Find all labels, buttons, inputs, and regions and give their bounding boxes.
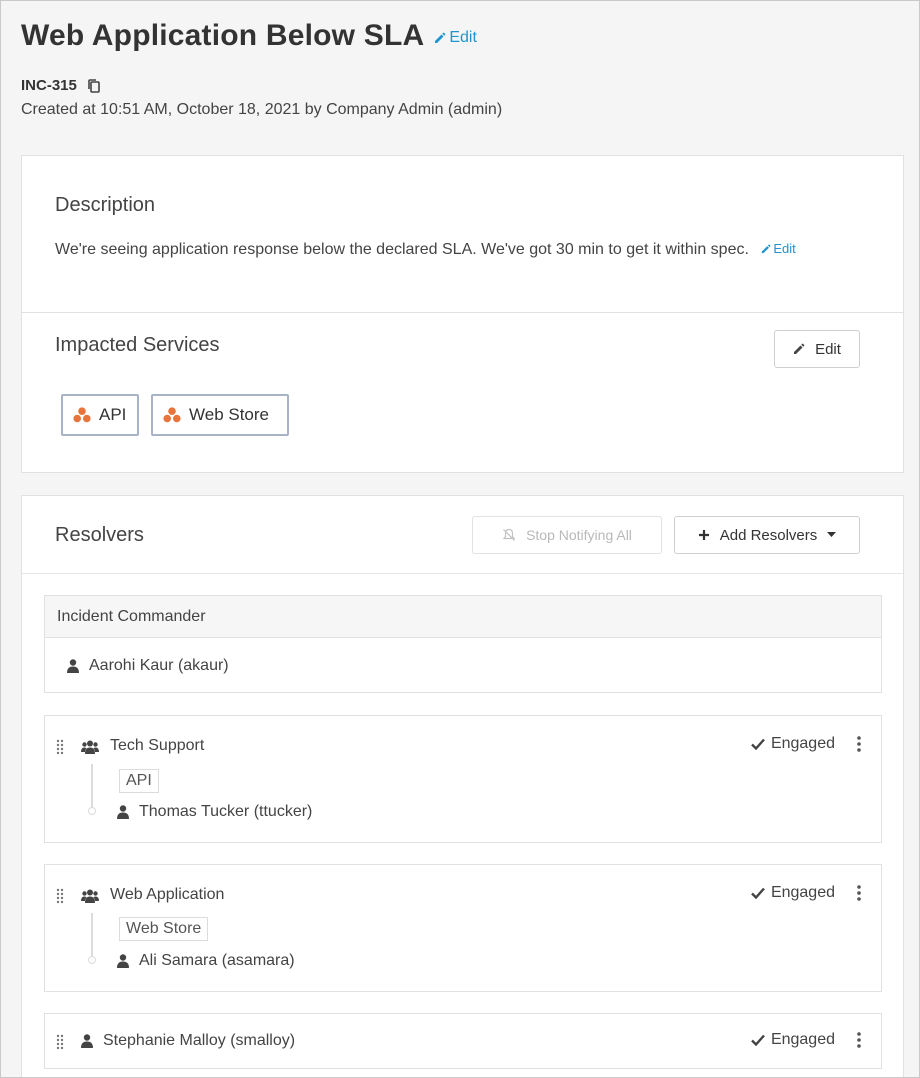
description-body: We're seeing application response below … [55,234,875,265]
caret-down-icon [827,532,837,537]
team-icon [81,740,99,754]
drag-handle-icon[interactable] [56,739,64,755]
title-row: Web Application Below SLA Edit [21,19,477,53]
individual-resolver[interactable]: Stephanie Malloy (smalloy) [81,1032,295,1050]
team-member[interactable]: Ali Samara (asamara) [117,952,295,970]
person-icon [117,954,129,968]
description-edit-link[interactable]: Edit [761,234,796,264]
team-name: Tech Support [110,737,205,754]
engaged-status: Engaged [751,735,835,753]
person-icon [117,805,129,819]
team-name: Web Application [110,886,225,903]
incident-commander-name: Aarohi Kaur (akaur) [89,656,229,674]
engaged-status: Engaged [751,1031,835,1049]
resolver-team-tech-support: Tech Support Engaged API Thomas Tucker (… [44,715,882,843]
engaged-label: Engaged [770,884,835,901]
team-icon [81,889,99,903]
team-service-tag: Web Store [119,917,209,941]
service-chip-api[interactable]: API [61,394,139,436]
plus-icon [698,530,709,540]
details-card: Description We're seeing application res… [21,155,904,473]
engaged-label: Engaged [770,1031,835,1048]
page-title: Web Application Below SLA [21,19,425,52]
check-icon [751,887,765,899]
service-chip-label: API [99,405,127,424]
service-chip-label: Web Store [189,405,270,424]
team-member-name: Thomas Tucker (ttucker) [139,803,313,820]
add-resolvers-label: Add Resolvers [719,526,818,544]
description-text: We're seeing application response below … [55,241,749,258]
copy-icon[interactable] [87,78,101,94]
drag-handle-icon[interactable] [56,1034,64,1050]
description-edit-label: Edit [773,241,796,256]
check-icon [751,738,765,750]
resolver-team-web-application: Web Application Engaged Web Store Ali Sa… [44,864,882,992]
incident-id-row: INC-315 [21,77,101,94]
person-icon [67,659,79,673]
impacted-services-heading: Impacted Services [55,334,220,356]
kebab-icon[interactable] [857,736,861,752]
resolver-individual: Stephanie Malloy (smalloy) Engaged [44,1013,882,1069]
incident-commander-box: Incident Commander Aarohi Kaur (akaur) [44,595,882,693]
mute-icon [502,528,516,541]
resolvers-card: Resolvers Stop Notifying All Add Resolve… [21,495,904,1077]
team-member-name: Ali Samara (asamara) [139,952,295,969]
team-service-tag: API [119,769,159,793]
stop-notifying-all-label: Stop Notifying All [526,527,632,543]
description-section: Description We're seeing application res… [22,156,903,313]
pencil-icon [761,244,771,254]
incident-commander-label: Incident Commander [45,596,881,638]
team-member[interactable]: Thomas Tucker (ttucker) [117,803,312,821]
resolvers-heading: Resolvers [55,524,144,546]
tree-node [88,807,96,815]
tree-connector [91,913,93,957]
engaged-status: Engaged [751,884,835,902]
tree-node [88,956,96,964]
add-resolvers-button[interactable]: Add Resolvers [674,516,860,554]
service-icon [73,407,91,423]
description-heading: Description [55,194,156,216]
incident-page: Web Application Below SLA Edit INC-315 C… [0,0,920,1078]
impacted-services-edit-label: Edit [815,340,841,358]
tree-connector [91,764,93,808]
kebab-icon[interactable] [857,1032,861,1048]
check-icon [751,1034,765,1046]
created-info: Created at 10:51 AM, October 18, 2021 by… [21,101,503,118]
pencil-icon [793,343,805,355]
service-icon [163,407,181,423]
engaged-label: Engaged [770,735,835,752]
incident-commander-person[interactable]: Aarohi Kaur (akaur) [45,638,881,693]
impacted-services-edit-button[interactable]: Edit [774,330,860,368]
incident-id: INC-315 [21,77,77,94]
title-edit-label: Edit [449,29,477,46]
person-icon [81,1034,93,1048]
stop-notifying-all-button[interactable]: Stop Notifying All [472,516,662,554]
pencil-icon [434,32,446,44]
drag-handle-icon[interactable] [56,888,64,904]
resolvers-header: Resolvers Stop Notifying All Add Resolve… [22,496,903,574]
title-edit-link[interactable]: Edit [434,29,477,47]
service-chip-web-store[interactable]: Web Store [151,394,289,436]
individual-resolver-name: Stephanie Malloy (smalloy) [103,1032,296,1049]
kebab-icon[interactable] [857,885,861,901]
